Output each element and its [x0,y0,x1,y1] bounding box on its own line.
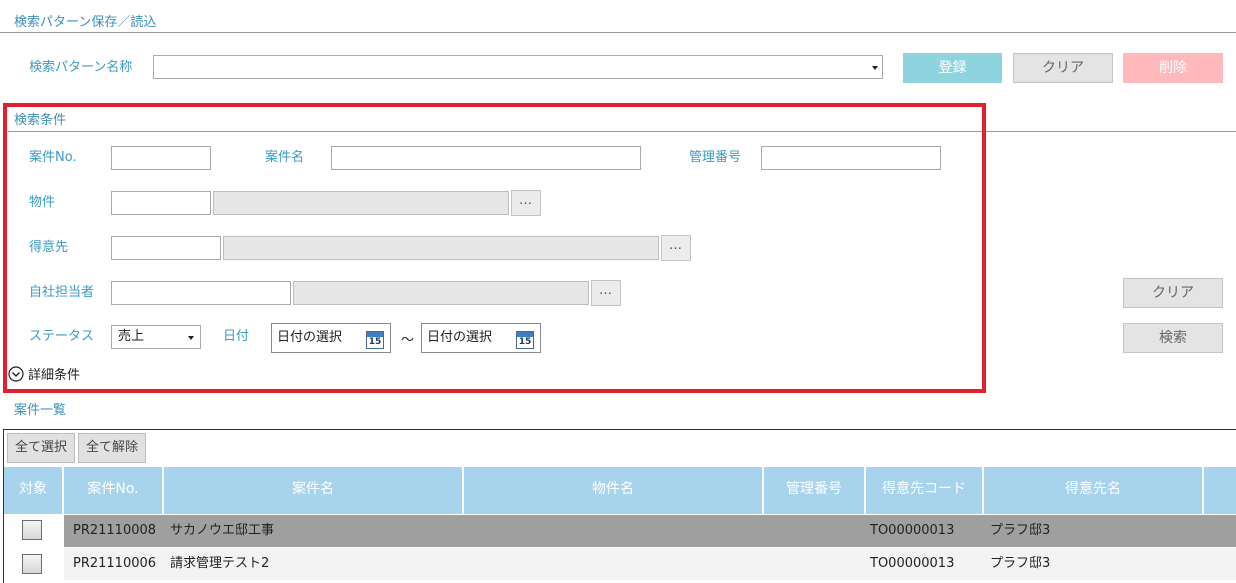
row-case-no: PR21110008 [73,523,157,538]
highlight-frame [3,103,986,393]
row-checkbox[interactable] [22,554,42,574]
list-top-border [3,429,1236,430]
register-pattern-button[interactable]: 登録 [903,53,1002,83]
delete-pattern-button[interactable]: 削除 [1123,53,1223,83]
pattern-name-select[interactable] [153,55,883,79]
row-case-name: サカノウエ邸工事 [170,523,275,538]
clear-pattern-button[interactable]: クリア [1013,53,1113,83]
col-header-customer-code[interactable]: 得意先コード [866,467,984,514]
col-header-case-no[interactable]: 案件No. [64,467,164,514]
row-case-name: 請求管理テスト2 [170,556,270,571]
col-header-target: 対象 [4,467,64,514]
col-header-property-name[interactable]: 物件名 [464,467,764,514]
col-header-more [1204,467,1236,514]
search-button[interactable]: 検索 [1123,323,1223,353]
pattern-section-divider [0,32,1236,33]
chevron-down-icon [872,66,878,70]
row-customer-code: TO00000013 [870,523,955,538]
row-customer-name: プラフ邸3 [990,556,1051,571]
row-customer-name: プラフ邸3 [990,523,1051,538]
row-customer-code: TO00000013 [870,556,955,571]
list-section-title: 案件一覧 [14,403,67,418]
clear-search-button[interactable]: クリア [1123,278,1223,308]
pattern-section-title: 検索パターン保存／読込 [14,15,157,30]
deselect-all-button[interactable]: 全て解除 [78,433,146,463]
select-all-button[interactable]: 全て選択 [7,433,75,463]
col-header-mgmt-no[interactable]: 管理番号 [764,467,866,514]
col-header-case-name[interactable]: 案件名 [164,467,464,514]
col-header-customer-name[interactable]: 得意先名 [984,467,1204,514]
row-case-no: PR21110006 [73,556,157,571]
pattern-name-label: 検索パターン名称 [29,60,133,75]
row-checkbox[interactable] [22,520,42,540]
